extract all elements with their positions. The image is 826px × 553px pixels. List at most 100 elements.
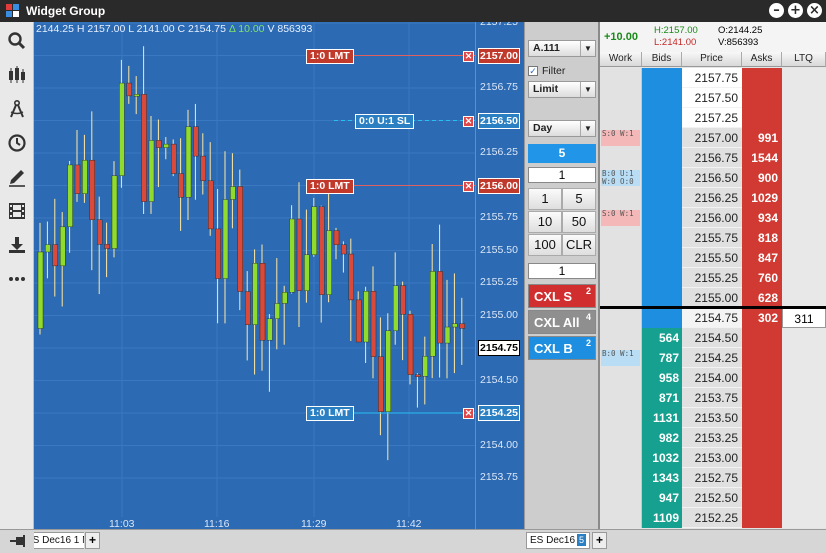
download-icon[interactable]: [7, 235, 27, 255]
ladder-row[interactable]: B:0 W:1 787 2154.25: [600, 348, 826, 368]
ladder-row[interactable]: S:0 W:1 2157.00 991: [600, 128, 826, 148]
clock-icon[interactable]: [7, 133, 27, 153]
ask-cell[interactable]: 991: [742, 128, 782, 148]
order-label[interactable]: 1:0 LMT: [306, 406, 354, 421]
more-icon[interactable]: [7, 269, 27, 289]
ladder-row[interactable]: 982 2153.25: [600, 428, 826, 448]
bid-cell[interactable]: [642, 108, 682, 128]
ask-cell[interactable]: [742, 468, 782, 488]
qty-button-1[interactable]: 1: [528, 188, 562, 210]
bid-cell[interactable]: 947: [642, 488, 682, 508]
maximize-icon[interactable]: +: [788, 3, 803, 18]
column-header-ltq[interactable]: LTQ: [782, 52, 826, 67]
compass-icon[interactable]: [7, 99, 27, 119]
working-order-tag[interactable]: S:0 W:1: [601, 130, 640, 146]
ladder-row[interactable]: 2157.25: [600, 108, 826, 128]
quantity-input[interactable]: 1: [528, 167, 596, 183]
minimize-icon[interactable]: –: [769, 3, 784, 18]
ladder-row[interactable]: 564 2154.50: [600, 328, 826, 348]
column-header-asks[interactable]: Asks: [742, 52, 782, 67]
bid-cell[interactable]: 564: [642, 328, 682, 348]
work-cell[interactable]: [600, 368, 642, 388]
ladder-row[interactable]: S:0 W:1 2156.00 934: [600, 208, 826, 228]
ask-cell[interactable]: 1544: [742, 148, 782, 168]
bid-cell[interactable]: [642, 88, 682, 108]
filter-checkbox[interactable]: ✓: [528, 66, 538, 76]
work-cell[interactable]: [600, 428, 642, 448]
work-cell[interactable]: [600, 448, 642, 468]
work-cell[interactable]: B:0 U:1 W:0 O:0: [600, 168, 642, 188]
bid-cell[interactable]: [642, 228, 682, 248]
ask-cell[interactable]: 628: [742, 288, 782, 308]
ladder-row[interactable]: 2154.75 302 311: [600, 308, 826, 328]
work-cell[interactable]: [600, 488, 642, 508]
bid-cell[interactable]: [642, 268, 682, 288]
bid-cell[interactable]: [642, 248, 682, 268]
work-cell[interactable]: [600, 88, 642, 108]
ask-cell[interactable]: [742, 508, 782, 528]
ladder-row[interactable]: 2155.50 847: [600, 248, 826, 268]
column-header-work[interactable]: Work: [600, 52, 642, 67]
ask-cell[interactable]: [742, 448, 782, 468]
ladder-row[interactable]: 1131 2153.50: [600, 408, 826, 428]
bid-cell[interactable]: [642, 208, 682, 228]
quantity-preset-display[interactable]: 5: [528, 144, 596, 163]
ask-cell[interactable]: [742, 108, 782, 128]
ask-cell[interactable]: [742, 388, 782, 408]
work-cell[interactable]: [600, 228, 642, 248]
bid-cell[interactable]: [642, 148, 682, 168]
ask-cell[interactable]: 900: [742, 168, 782, 188]
cancel-order-icon[interactable]: ✕: [463, 408, 474, 419]
ask-cell[interactable]: [742, 88, 782, 108]
bid-cell[interactable]: 1131: [642, 408, 682, 428]
price-chart[interactable]: 2144.25 H 2157.00 L 2141.00 C 2154.75 Δ …: [34, 22, 524, 529]
bid-cell[interactable]: 871: [642, 388, 682, 408]
ladder-row[interactable]: 871 2153.75: [600, 388, 826, 408]
bars-icon[interactable]: [7, 65, 27, 85]
price-axis[interactable]: 2157.25 2157.00 2156.75 2156.50 2156.25 2156.…: [475, 22, 524, 529]
ladder-row[interactable]: 1343 2152.75: [600, 468, 826, 488]
work-cell[interactable]: [600, 268, 642, 288]
ask-cell[interactable]: 934: [742, 208, 782, 228]
add-chart-tab-button[interactable]: +: [85, 532, 100, 549]
ask-cell[interactable]: [742, 408, 782, 428]
work-cell[interactable]: [600, 148, 642, 168]
bid-cell[interactable]: 1032: [642, 448, 682, 468]
quantity-total[interactable]: 1: [528, 263, 596, 279]
bid-cell[interactable]: 982: [642, 428, 682, 448]
work-cell[interactable]: [600, 388, 642, 408]
working-order-tag[interactable]: B:0 U:1 W:0 O:0: [601, 170, 640, 186]
ask-cell[interactable]: 818: [742, 228, 782, 248]
cancel-order-icon[interactable]: ✕: [463, 50, 474, 62]
chart-tab[interactable]: ES Dec16 1 Min: [34, 532, 84, 549]
ask-cell[interactable]: [742, 68, 782, 88]
work-cell[interactable]: [600, 188, 642, 208]
cancel-order-icon[interactable]: ✕: [463, 180, 474, 192]
pin-icon[interactable]: [10, 534, 28, 548]
ladder-row[interactable]: 947 2152.50: [600, 488, 826, 508]
ladder-row[interactable]: 2155.25 760: [600, 268, 826, 288]
work-cell[interactable]: [600, 468, 642, 488]
work-cell[interactable]: S:0 W:1: [600, 128, 642, 148]
ask-cell[interactable]: [742, 348, 782, 368]
work-cell[interactable]: [600, 248, 642, 268]
ladder-row[interactable]: 2156.75 1544: [600, 148, 826, 168]
work-cell[interactable]: [600, 328, 642, 348]
order-label[interactable]: 1:0 LMT: [306, 48, 354, 64]
work-cell[interactable]: [600, 508, 642, 528]
ladder-row[interactable]: B:0 U:1 W:0 O:0 2156.50 900: [600, 168, 826, 188]
ask-cell[interactable]: 302: [742, 308, 782, 328]
qty-button-5[interactable]: 5: [562, 188, 596, 210]
bid-cell[interactable]: [642, 288, 682, 308]
add-ladder-tab-button[interactable]: +: [592, 532, 607, 549]
ask-cell[interactable]: 760: [742, 268, 782, 288]
ladder-tab[interactable]: ES Dec16 5: [526, 532, 591, 549]
ask-cell[interactable]: 1029: [742, 188, 782, 208]
work-cell[interactable]: [600, 108, 642, 128]
order-label[interactable]: 0:0 U:1 SL: [355, 113, 415, 129]
order-type-select[interactable]: Limit ▼: [528, 81, 596, 98]
work-cell[interactable]: S:0 W:1: [600, 208, 642, 228]
account-select[interactable]: A.111 ▼: [528, 40, 596, 57]
qty-button-50[interactable]: 50: [562, 211, 596, 233]
bid-cell[interactable]: [642, 188, 682, 208]
